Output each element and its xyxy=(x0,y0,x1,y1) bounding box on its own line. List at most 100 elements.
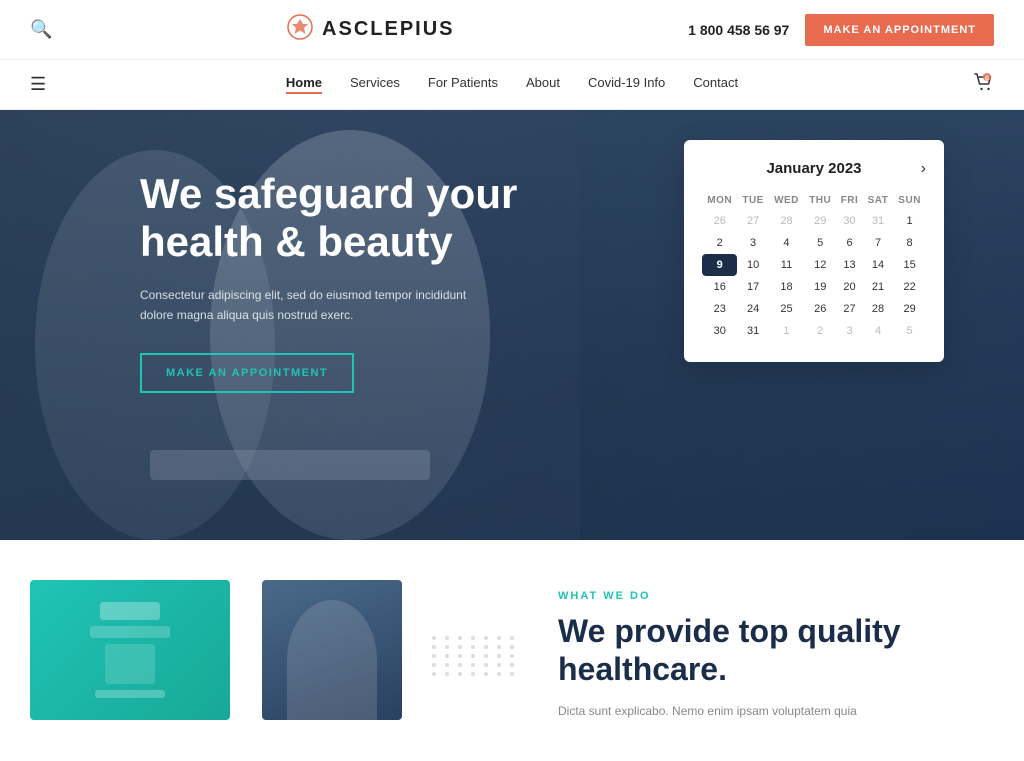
calendar-week-row: 2345678 xyxy=(702,232,926,254)
calendar-day[interactable]: 29 xyxy=(804,210,836,232)
calendar-day[interactable]: 14 xyxy=(863,254,893,276)
calendar-day[interactable]: 27 xyxy=(836,298,863,320)
calendar-day[interactable]: 24 xyxy=(737,298,768,320)
calendar-week-row: 303112345 xyxy=(702,320,926,342)
dot xyxy=(510,672,514,676)
search-icon[interactable]: 🔍 xyxy=(30,19,52,40)
dot xyxy=(497,654,501,658)
dot xyxy=(484,672,488,676)
calendar-day[interactable]: 7 xyxy=(863,232,893,254)
what-we-do-label: WHAT WE DO xyxy=(558,590,994,602)
calendar-day[interactable]: 3 xyxy=(737,232,768,254)
nav-link-about[interactable]: About xyxy=(526,75,560,94)
day-header-wed: WED xyxy=(769,191,804,210)
dot xyxy=(471,645,475,649)
nav-link-for-patients[interactable]: For Patients xyxy=(428,75,498,94)
calendar-day[interactable]: 31 xyxy=(863,210,893,232)
calendar-day[interactable]: 5 xyxy=(893,320,926,342)
calendar-week-row: 9101112131415 xyxy=(702,254,926,276)
dot xyxy=(484,645,488,649)
calendar-day[interactable]: 31 xyxy=(737,320,768,342)
calendar-day[interactable]: 21 xyxy=(863,276,893,298)
nav-link-covid[interactable]: Covid-19 Info xyxy=(588,75,665,94)
calendar-day[interactable]: 16 xyxy=(702,276,737,298)
calendar-day[interactable]: 11 xyxy=(769,254,804,276)
calendar-day[interactable]: 22 xyxy=(893,276,926,298)
calendar-week-row: 16171819202122 xyxy=(702,276,926,298)
calendar-next-icon[interactable]: › xyxy=(921,160,926,178)
image-box-2 xyxy=(262,580,402,720)
dot xyxy=(497,645,501,649)
day-header-tue: TUE xyxy=(737,191,768,210)
calendar-header: January 2023 › xyxy=(702,160,926,177)
calendar-day[interactable]: 9 xyxy=(702,254,737,276)
calendar-card: January 2023 › MON TUE WED THU FRI SAT S… xyxy=(684,140,944,362)
dot xyxy=(445,663,449,667)
calendar-week-row: 2627282930311 xyxy=(702,210,926,232)
bottom-images: // will be generated by JS xyxy=(30,580,402,720)
nav-link-services[interactable]: Services xyxy=(350,75,400,94)
day-header-sat: SAT xyxy=(863,191,893,210)
dot xyxy=(458,636,462,640)
calendar-day[interactable]: 2 xyxy=(804,320,836,342)
calendar-day[interactable]: 2 xyxy=(702,232,737,254)
calendar-day[interactable]: 23 xyxy=(702,298,737,320)
provide-title: We provide top quality healthcare. xyxy=(558,612,994,689)
navigation: ☰ Home Services For Patients About Covid… xyxy=(0,60,1024,110)
nav-link-contact[interactable]: Contact xyxy=(693,75,738,94)
calendar-day[interactable]: 1 xyxy=(893,210,926,232)
dot xyxy=(510,654,514,658)
calendar-day[interactable]: 13 xyxy=(836,254,863,276)
dot xyxy=(497,672,501,676)
calendar-day[interactable]: 6 xyxy=(836,232,863,254)
calendar-day[interactable]: 19 xyxy=(804,276,836,298)
calendar-day[interactable]: 18 xyxy=(769,276,804,298)
phone-number: 1 800 458 56 97 xyxy=(688,22,789,38)
dot xyxy=(497,636,501,640)
dot xyxy=(458,672,462,676)
cart-icon[interactable]: 0 xyxy=(972,71,994,98)
dot xyxy=(510,636,514,640)
dot xyxy=(432,636,436,640)
calendar-day[interactable]: 12 xyxy=(804,254,836,276)
calendar-day[interactable]: 17 xyxy=(737,276,768,298)
day-header-sun: SUN xyxy=(893,191,926,210)
calendar-day[interactable]: 15 xyxy=(893,254,926,276)
dot xyxy=(471,636,475,640)
hamburger-icon[interactable]: ☰ xyxy=(30,74,46,95)
logo-icon xyxy=(286,13,314,47)
header-appointment-button[interactable]: MAKE AN APPOINTMENT xyxy=(805,14,994,46)
calendar-day[interactable]: 8 xyxy=(893,232,926,254)
calendar-day[interactable]: 3 xyxy=(836,320,863,342)
dot xyxy=(497,663,501,667)
calendar-grid: MON TUE WED THU FRI SAT SUN 262728293031… xyxy=(702,191,926,342)
nav-link-home[interactable]: Home xyxy=(286,75,322,94)
calendar-week-row: 23242526272829 xyxy=(702,298,926,320)
calendar-day[interactable]: 30 xyxy=(702,320,737,342)
calendar-day[interactable]: 30 xyxy=(836,210,863,232)
calendar-day[interactable]: 28 xyxy=(769,210,804,232)
calendar-day[interactable]: 10 xyxy=(737,254,768,276)
calendar-day[interactable]: 20 xyxy=(836,276,863,298)
calendar-day[interactable]: 26 xyxy=(804,298,836,320)
calendar-day[interactable]: 27 xyxy=(737,210,768,232)
dot xyxy=(471,654,475,658)
calendar-day[interactable]: 26 xyxy=(702,210,737,232)
nav-links: Home Services For Patients About Covid-1… xyxy=(286,75,738,94)
calendar-day[interactable]: 5 xyxy=(804,232,836,254)
calendar-day[interactable]: 1 xyxy=(769,320,804,342)
header: 🔍 ASCLEPIUS 1 800 458 56 97 MAKE AN APPO… xyxy=(0,0,1024,60)
dot xyxy=(484,663,488,667)
calendar-day[interactable]: 4 xyxy=(863,320,893,342)
calendar-day[interactable]: 4 xyxy=(769,232,804,254)
dot xyxy=(458,654,462,658)
dot xyxy=(484,654,488,658)
calendar-day[interactable]: 28 xyxy=(863,298,893,320)
hero-cta-button[interactable]: MAKE AN APPOINTMENT xyxy=(140,353,354,393)
calendar-day[interactable]: 29 xyxy=(893,298,926,320)
dot xyxy=(432,663,436,667)
calendar-day[interactable]: 25 xyxy=(769,298,804,320)
dot xyxy=(432,645,436,649)
dot xyxy=(445,654,449,658)
dot xyxy=(471,672,475,676)
